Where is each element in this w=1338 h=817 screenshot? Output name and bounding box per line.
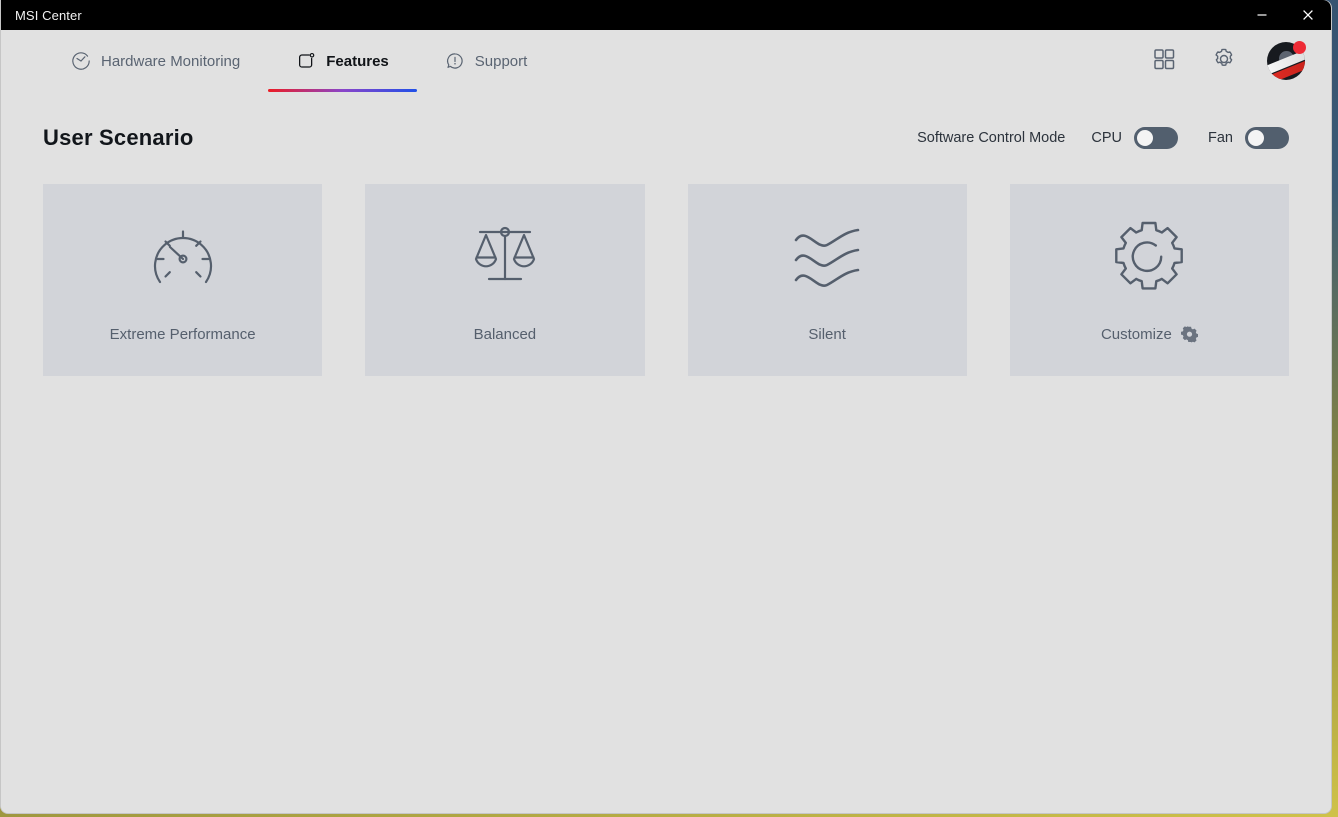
cpu-toggle-label: CPU: [1091, 130, 1122, 146]
fan-toggle-label: Fan: [1208, 130, 1233, 146]
scales-icon: [468, 216, 542, 296]
gauge-icon: [71, 51, 91, 71]
window-controls: [1239, 0, 1331, 30]
scenario-card-silent[interactable]: Silent: [687, 184, 967, 376]
scenario-label-text: Extreme Performance: [109, 326, 256, 343]
software-control-mode-label: Software Control Mode: [917, 130, 1066, 146]
fan-toggle[interactable]: [1245, 127, 1289, 149]
tab-features[interactable]: Features: [268, 30, 417, 92]
tab-hardware-monitoring[interactable]: Hardware Monitoring: [43, 30, 268, 92]
cpu-toggle-group: CPU: [1091, 127, 1178, 149]
grid-icon: [1151, 46, 1177, 77]
waves-icon: [790, 216, 864, 296]
page-title: User Scenario: [43, 125, 194, 150]
window-title: MSI Center: [15, 7, 82, 23]
scenario-card-label: Silent: [808, 326, 846, 343]
tab-label: Hardware Monitoring: [101, 52, 241, 70]
scenario-label-text: Silent: [808, 326, 846, 343]
close-button[interactable]: [1285, 0, 1331, 30]
minimize-button[interactable]: [1239, 0, 1285, 30]
gear-outline-icon: [1109, 216, 1189, 296]
nav-actions: [1147, 30, 1331, 92]
software-control-mode: Software Control Mode CPU Fan: [917, 127, 1289, 149]
scenario-card-label: Extreme Performance: [110, 326, 256, 343]
scenario-card-list: Extreme Performance Balanced Silent Cust…: [43, 184, 1289, 376]
scenario-label-text: Customize: [1100, 326, 1172, 343]
gear-icon: [1210, 45, 1238, 78]
msi-center-window: MSI Center Hardware Monitoring Features …: [0, 0, 1332, 814]
scenario-card-label: Customize: [1101, 326, 1198, 343]
speedometer-icon: [144, 216, 222, 296]
scenario-card-extreme-performance[interactable]: Extreme Performance: [43, 184, 323, 376]
scenario-card-customize[interactable]: Customize: [1009, 184, 1289, 376]
section-header: User Scenario Software Control Mode CPU …: [43, 92, 1289, 184]
tab-label: Features: [326, 52, 389, 70]
cpu-toggle-knob: [1137, 130, 1153, 146]
tab-label: Support: [474, 52, 528, 70]
content-area: User Scenario Software Control Mode CPU …: [1, 92, 1331, 813]
fan-toggle-group: Fan: [1208, 127, 1289, 149]
main-navigation: Hardware Monitoring Features Support: [1, 30, 1331, 92]
apps-grid-button[interactable]: [1147, 44, 1181, 78]
scenario-card-balanced[interactable]: Balanced: [365, 184, 645, 376]
features-icon: [296, 51, 316, 71]
tab-support[interactable]: Support: [417, 30, 556, 92]
user-account-button[interactable]: [1267, 41, 1306, 80]
cpu-toggle[interactable]: [1134, 127, 1178, 149]
scenario-label-text: Balanced: [473, 326, 537, 343]
settings-button[interactable]: [1207, 44, 1241, 78]
title-bar: MSI Center: [1, 0, 1331, 30]
nav-tab-list: Hardware Monitoring Features Support: [1, 30, 555, 92]
support-icon: [445, 51, 465, 71]
notification-badge: [1293, 41, 1306, 54]
scenario-card-label: Balanced: [474, 326, 537, 343]
customize-settings-gear-icon[interactable]: [1180, 326, 1198, 343]
fan-toggle-knob: [1248, 130, 1264, 146]
